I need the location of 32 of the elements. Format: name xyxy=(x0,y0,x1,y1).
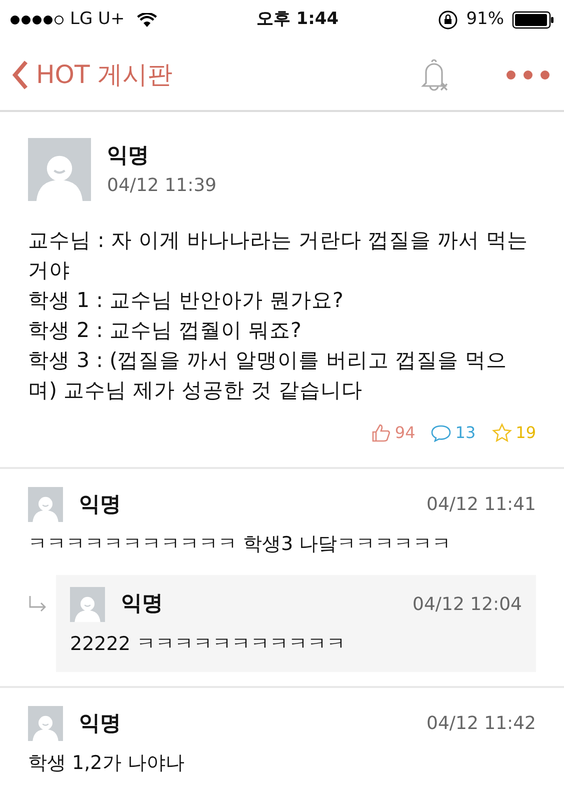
battery-percent: 91% xyxy=(466,8,504,32)
back-chevron-icon xyxy=(12,60,28,90)
author-name: 익명 xyxy=(79,710,122,737)
comment-text: 22222 ㅋㅋㅋㅋㅋㅋㅋㅋㅋㅋㅋ xyxy=(70,632,346,656)
comment-count: 13 xyxy=(455,422,476,444)
comment-icon[interactable] xyxy=(431,424,452,442)
carrier-name: LG U+ xyxy=(70,8,125,32)
star-icon[interactable] xyxy=(492,423,512,443)
author-name: 익명 xyxy=(121,590,164,618)
comment-date: 04/12 11:41 xyxy=(426,493,536,517)
comment-date: 04/12 12:04 xyxy=(412,592,522,616)
signal-icon xyxy=(10,15,66,25)
back-button[interactable]: HOT 게시판 xyxy=(12,56,173,94)
post-text: 학생 2 : 교수님 껍줠이 뭐죠? xyxy=(28,317,302,344)
post-date: 04/12 11:39 xyxy=(107,174,216,198)
like-count: 94 xyxy=(394,422,416,444)
author-name: 익명 xyxy=(107,142,150,170)
author-name: 익명 xyxy=(79,490,122,518)
scrap-count: 19 xyxy=(516,422,536,444)
post-text: 교수님 : 자 이게 바나나라는 거란다 껍질을 까서 먹는거야 xyxy=(28,227,530,284)
comment-text: 학생 1,2가 나야나 xyxy=(28,751,186,776)
rotation-lock-icon xyxy=(438,10,458,30)
more-icon[interactable] xyxy=(506,70,550,80)
clock-time: 오후 1:44 xyxy=(256,8,339,32)
notification-off-icon[interactable] xyxy=(420,59,450,91)
comment-date: 04/12 11:42 xyxy=(426,712,536,736)
battery-icon xyxy=(512,11,554,29)
comment-text: ㅋㅋㅋㅋㅋㅋㅋㅋㅋㅋㅋ 학생3 나닼ㅋㅋㅋㅋㅋㅋ xyxy=(28,532,452,557)
wifi-icon xyxy=(136,13,157,27)
thumbs-up-icon[interactable] xyxy=(370,423,391,443)
post-text: 학생 1 : 교수님 반안아가 뭔가요? xyxy=(28,287,344,314)
post-text: 학생 3 : (껍질을 까서 알맹이를 버리고 껍질을 먹으며) 교수님 제가 성공한 것 같습니다 xyxy=(28,347,508,404)
